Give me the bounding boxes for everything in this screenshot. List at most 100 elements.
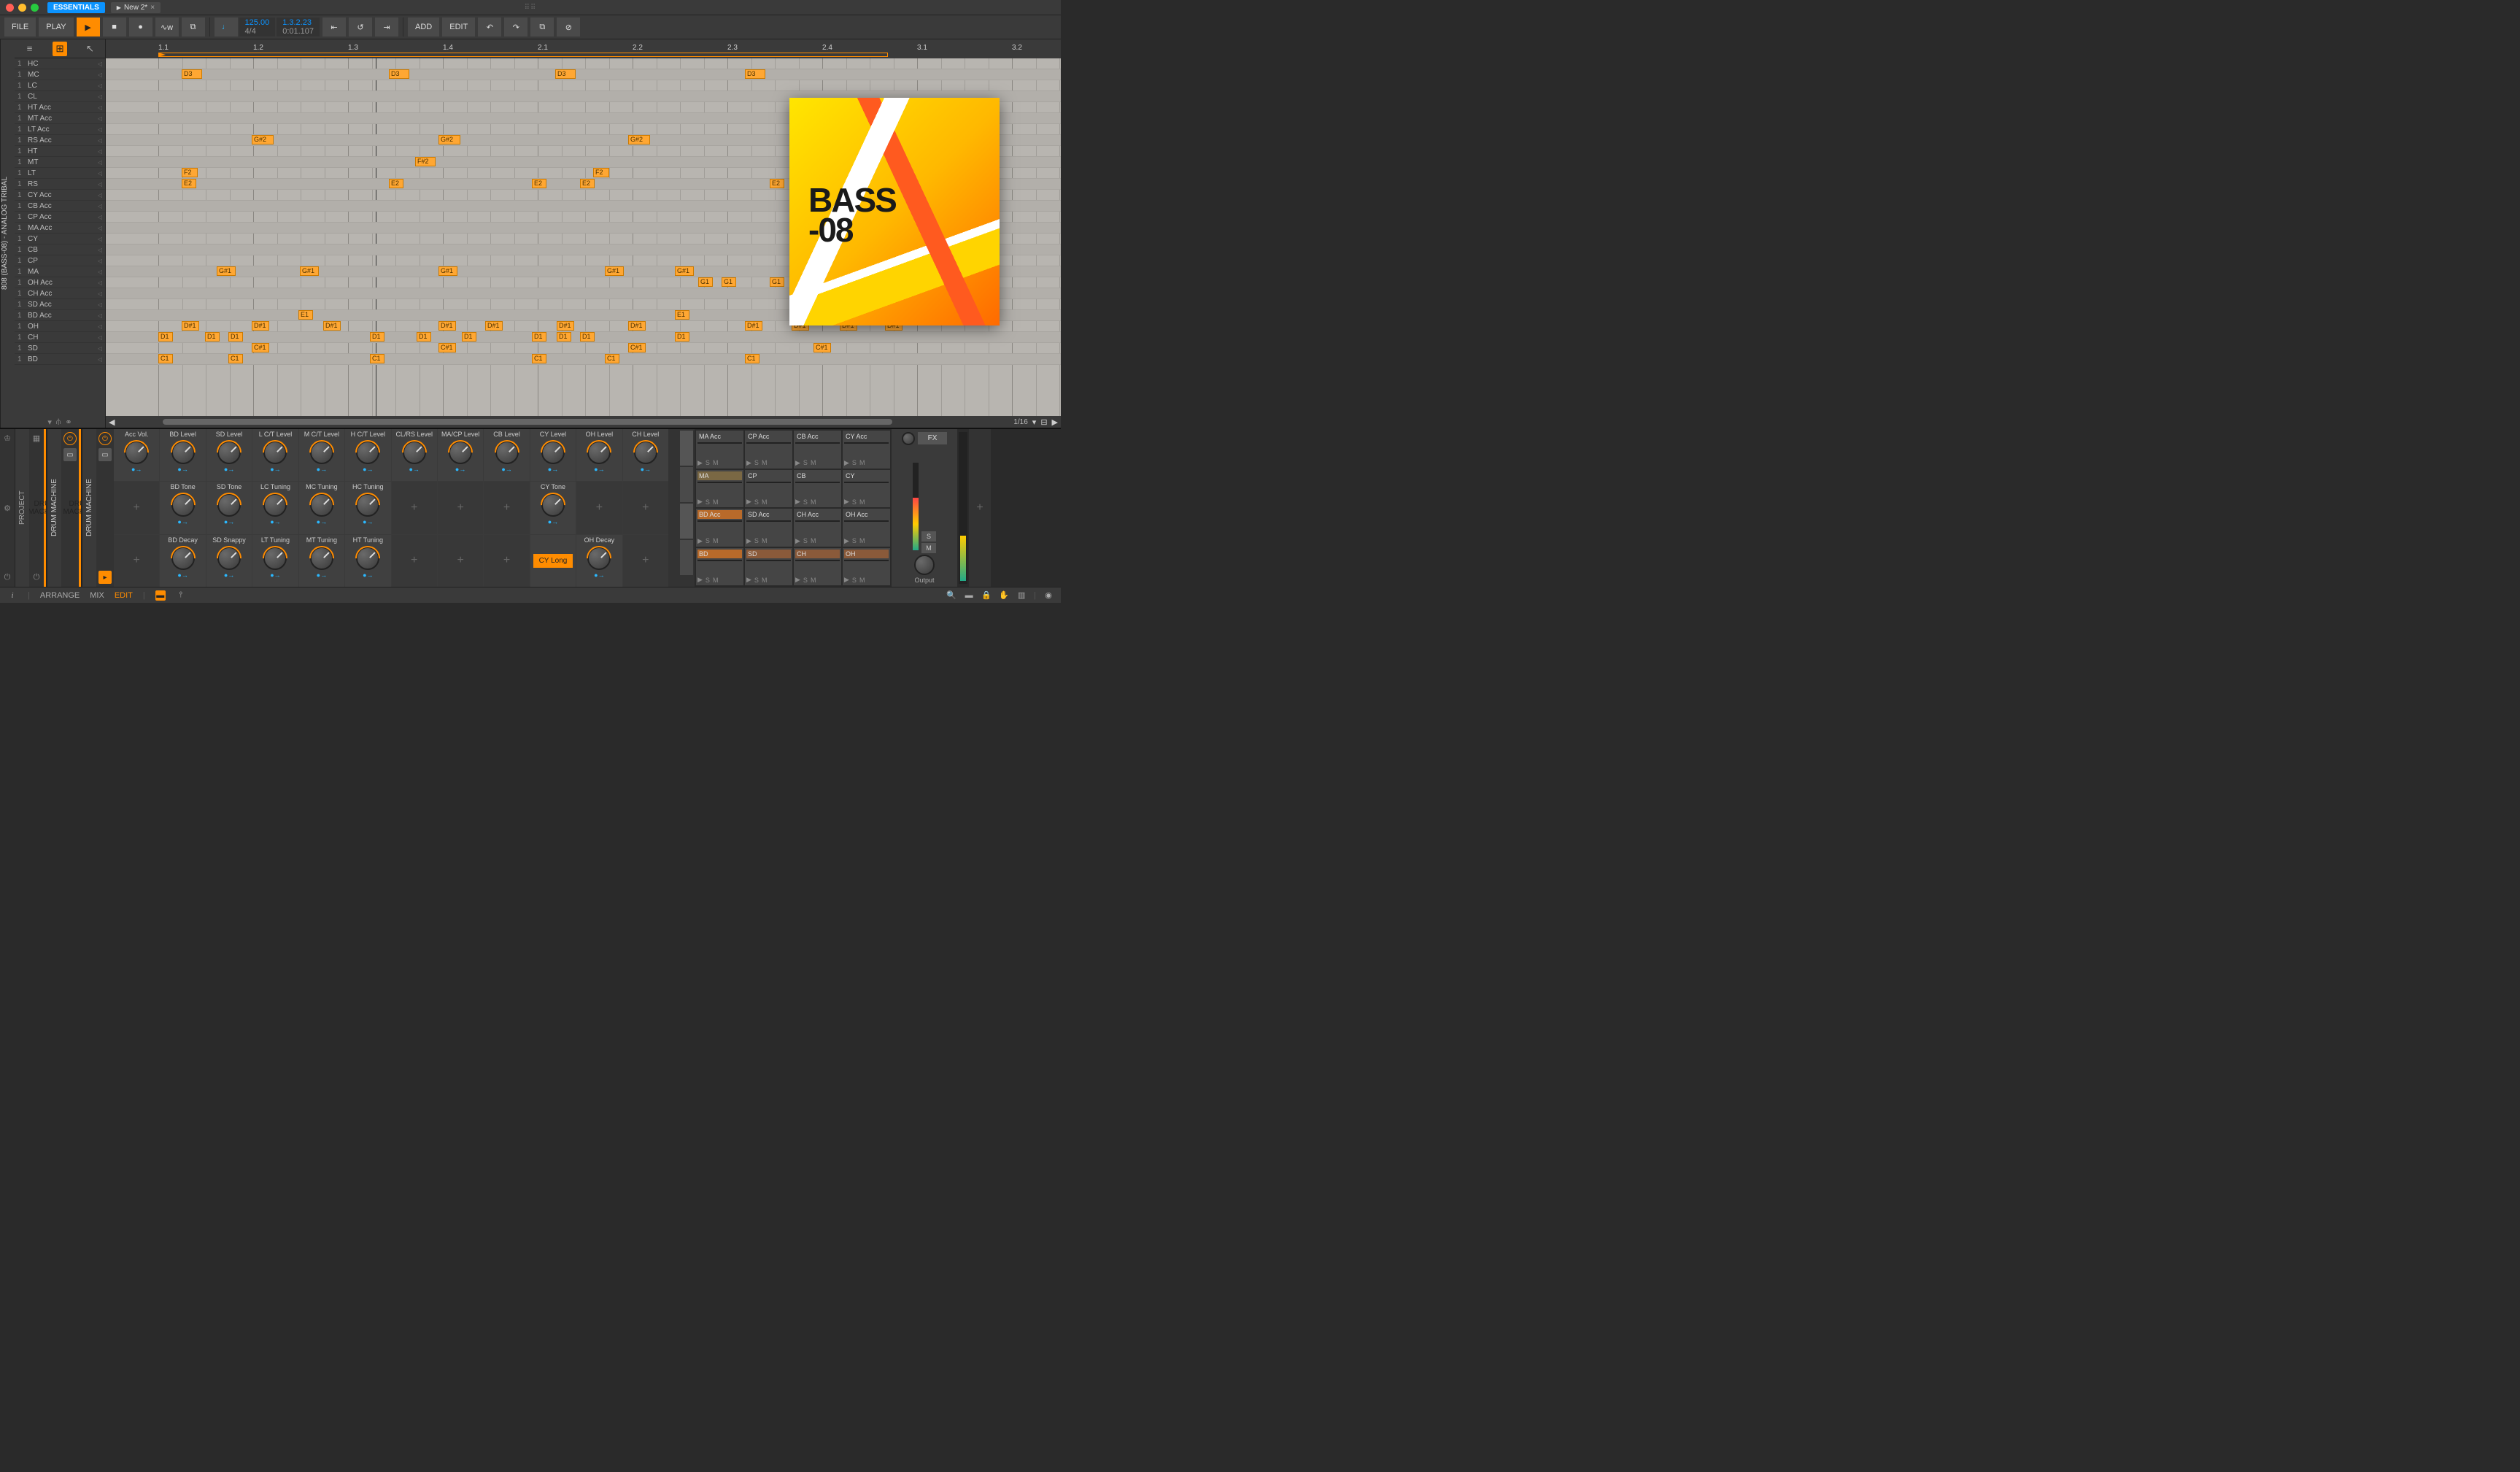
mixer-icon[interactable]: ⫯ <box>176 590 186 601</box>
midi-note[interactable]: D1 <box>675 332 689 342</box>
macro-knob[interactable]: CY Tone●→ <box>530 482 576 533</box>
macro-knob[interactable]: MT Tuning●→ <box>299 535 344 587</box>
midi-note[interactable]: E2 <box>532 179 546 188</box>
midi-note[interactable]: C1 <box>532 354 546 363</box>
modulation-icon[interactable]: ●→ <box>224 466 234 473</box>
pad-mute-button[interactable]: M <box>762 537 768 544</box>
pad-play-icon[interactable]: ▶ <box>844 498 849 506</box>
track-row[interactable]: 1CL◁ <box>15 91 105 102</box>
pad-mute-button[interactable]: M <box>859 537 865 544</box>
modulation-icon[interactable]: ●→ <box>224 518 234 525</box>
drum-pad[interactable]: CY Acc▶SM <box>843 431 890 469</box>
pad-solo-button[interactable]: S <box>706 459 710 466</box>
midi-note[interactable]: D1 <box>205 332 220 342</box>
edit-tab[interactable]: EDIT <box>115 591 133 600</box>
midi-note[interactable]: D#1 <box>485 321 503 331</box>
midi-note[interactable]: G#1 <box>438 266 457 276</box>
power2-icon[interactable]: ⏻ <box>34 573 40 582</box>
macro-empty-slot[interactable]: + <box>392 482 437 533</box>
grid-zoom-value[interactable]: 1/16 <box>1013 418 1027 426</box>
macro-empty-slot[interactable]: + <box>438 535 483 587</box>
keyboard-icon[interactable]: ▥ <box>1016 590 1027 601</box>
midi-note[interactable]: D1 <box>228 332 243 342</box>
record-button[interactable]: ● <box>129 18 152 36</box>
drum-pad[interactable]: SD Acc▶SM <box>745 509 792 547</box>
midi-note[interactable]: D1 <box>462 332 476 342</box>
midi-note[interactable]: D#1 <box>438 321 456 331</box>
pad-play-icon[interactable]: ▶ <box>844 537 849 545</box>
macro-empty-slot[interactable]: + <box>576 482 622 533</box>
knob-icon[interactable] <box>171 441 195 464</box>
drum-pad[interactable]: BD Acc▶SM <box>696 509 743 547</box>
midi-note[interactable]: C1 <box>158 354 173 363</box>
horizontal-scrollbar[interactable]: ◀ 1/16 ▾ ⊟ ▶ <box>106 416 1061 428</box>
macro-knob[interactable]: LT Tuning●→ <box>252 535 298 587</box>
pad-solo-button[interactable]: S <box>754 577 759 584</box>
macro-empty-slot[interactable]: + <box>484 482 529 533</box>
pad-play-icon[interactable]: ▶ <box>795 537 800 545</box>
knob-icon[interactable] <box>263 441 287 464</box>
modulation-icon[interactable]: ●→ <box>224 571 234 579</box>
macro-knob[interactable]: OH Decay●→ <box>576 535 622 587</box>
pad-solo-button[interactable]: S <box>706 498 710 506</box>
modulation-icon[interactable]: ●→ <box>363 518 373 525</box>
track-row[interactable]: 1SD Acc◁ <box>15 299 105 310</box>
pointer-tool-button[interactable]: ↖ <box>82 42 97 56</box>
solo-button[interactable]: S <box>921 531 936 542</box>
macro-knob[interactable]: H C/T Level●→ <box>345 429 390 481</box>
knob-icon[interactable] <box>310 547 333 570</box>
track-row[interactable]: 1CB Acc◁ <box>15 201 105 212</box>
modulation-icon[interactable]: ●→ <box>131 466 142 473</box>
track-row[interactable]: 1CY◁ <box>15 234 105 244</box>
midi-note[interactable]: D#1 <box>323 321 341 331</box>
drum-machine-tab-2b[interactable]: DRUM MACHINE <box>82 429 96 587</box>
knob-icon[interactable] <box>171 547 195 570</box>
power-small-icon[interactable]: ⏻ <box>4 573 11 582</box>
pad-mute-button[interactable]: M <box>859 498 865 506</box>
modulation-icon[interactable]: ●→ <box>594 571 604 579</box>
midi-icon[interactable]: ◉ <box>1043 590 1054 601</box>
midi-note[interactable]: E2 <box>389 179 403 188</box>
midi-note[interactable]: C1 <box>228 354 243 363</box>
device-power-button-2[interactable]: ⏻ <box>98 432 112 445</box>
drum-pad[interactable]: OH▶SM <box>843 548 890 586</box>
midi-note[interactable]: D1 <box>158 332 173 342</box>
pad-play-icon[interactable]: ▶ <box>697 498 703 506</box>
knob-icon[interactable] <box>449 441 472 464</box>
pad-mute-button[interactable]: M <box>811 498 816 506</box>
list-view-button[interactable]: ≡ <box>23 42 37 56</box>
pad-mute-button[interactable]: M <box>713 537 719 544</box>
tempo-display[interactable]: 125.00 4/4 <box>239 18 276 36</box>
drum-pad[interactable]: BD▶SM <box>696 548 743 586</box>
midi-note[interactable]: D1 <box>580 332 595 342</box>
midi-note[interactable]: C1 <box>745 354 760 363</box>
macro-knob[interactable]: L C/T Level●→ <box>252 429 298 481</box>
midi-note[interactable]: G#1 <box>605 266 624 276</box>
loop-button[interactable]: ↺ <box>349 18 372 36</box>
track-row[interactable]: 1OH◁ <box>15 321 105 332</box>
knob-icon[interactable] <box>125 441 148 464</box>
drum-pad[interactable]: CH Acc▶SM <box>794 509 841 547</box>
track-row[interactable]: 1LC◁ <box>15 80 105 91</box>
pad-mute-button[interactable]: M <box>762 498 768 506</box>
drum-pad[interactable]: MA▶SM <box>696 470 743 508</box>
automation-write-button[interactable]: ∿w <box>155 18 179 36</box>
midi-note[interactable]: C1 <box>370 354 384 363</box>
drum-pad[interactable]: CP▶SM <box>745 470 792 508</box>
pad-mute-button[interactable]: M <box>713 459 719 466</box>
mix-tab[interactable]: MIX <box>90 591 104 600</box>
pad-play-icon[interactable]: ▶ <box>697 459 703 467</box>
macro-empty-slot[interactable]: + <box>114 482 159 533</box>
drum-pad[interactable]: CY▶SM <box>843 470 890 508</box>
midi-note[interactable]: D#1 <box>182 321 199 331</box>
macro-knob[interactable]: M C/T Level●→ <box>299 429 344 481</box>
grid-view-button[interactable]: ⊞ <box>53 42 67 56</box>
pad-play-icon[interactable]: ▶ <box>795 459 800 467</box>
pad-solo-button[interactable]: S <box>852 577 857 584</box>
midi-note[interactable]: F#2 <box>415 157 436 166</box>
modulation-icon[interactable]: ●→ <box>270 518 280 525</box>
scroll-left-icon[interactable]: ◀ <box>109 417 115 427</box>
macro-knob[interactable]: CH Level●→ <box>623 429 668 481</box>
modulation-icon[interactable]: ●→ <box>455 466 465 473</box>
add-button[interactable]: ADD <box>408 18 439 36</box>
